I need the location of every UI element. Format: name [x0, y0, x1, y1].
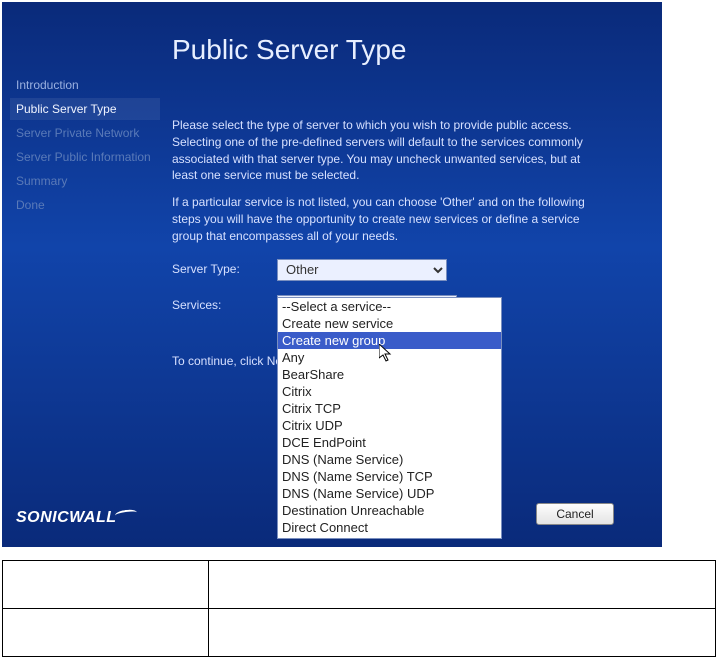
- cancel-button[interactable]: Cancel: [536, 503, 614, 525]
- dropdown-option[interactable]: DNS (Name Service) UDP: [278, 485, 501, 502]
- dropdown-option[interactable]: DCE EndPoint: [278, 434, 501, 451]
- dropdown-option[interactable]: DNS (Name Service): [278, 451, 501, 468]
- sidebar-item-label: Server Private Network: [16, 126, 139, 140]
- dropdown-option[interactable]: Citrix TCP: [278, 400, 501, 417]
- table-row: [3, 561, 716, 609]
- table-cell: [209, 609, 716, 657]
- wizard-sidebar: Introduction Public Server Type Server P…: [10, 74, 160, 218]
- dropdown-option-highlighted[interactable]: Create new group: [278, 332, 501, 349]
- server-type-label: Server Type:: [172, 261, 277, 278]
- dropdown-option[interactable]: DNS (Name Service) TCP: [278, 468, 501, 485]
- logo-text: SONICWALL: [16, 509, 117, 526]
- instruction-para-2: If a particular service is not listed, y…: [172, 194, 602, 244]
- dropdown-option[interactable]: Any: [278, 349, 501, 366]
- sidebar-item-public-server-type[interactable]: Public Server Type: [10, 98, 160, 120]
- sidebar-item-done[interactable]: Done: [10, 194, 160, 216]
- dropdown-option[interactable]: BearShare: [278, 366, 501, 383]
- page-title: Public Server Type: [172, 34, 407, 66]
- sidebar-item-summary[interactable]: Summary: [10, 170, 160, 192]
- sidebar-item-label: Summary: [16, 174, 67, 188]
- sidebar-item-label: Public Server Type: [16, 102, 117, 116]
- wizard-window: Public Server Type Introduction Public S…: [2, 2, 662, 547]
- sidebar-item-label: Introduction: [16, 78, 79, 92]
- services-dropdown-list[interactable]: --Select a service-- Create new service …: [278, 298, 501, 538]
- sidebar-item-label: Done: [16, 198, 45, 212]
- dropdown-option[interactable]: --Select a service--: [278, 298, 501, 315]
- sidebar-item-label: Server Public Information: [16, 150, 151, 164]
- sidebar-item-introduction[interactable]: Introduction: [10, 74, 160, 96]
- sidebar-item-server-public-information[interactable]: Server Public Information: [10, 146, 160, 168]
- services-dropdown[interactable]: --Select a service-- Create new service …: [277, 297, 502, 539]
- services-label: Services:: [172, 297, 277, 314]
- logo-swoosh-icon: [114, 509, 137, 520]
- dropdown-option[interactable]: Citrix: [278, 383, 501, 400]
- table-cell: [3, 561, 209, 609]
- server-type-select[interactable]: Other: [277, 259, 447, 281]
- table-cell: [3, 609, 209, 657]
- dropdown-option[interactable]: Direct Connect: [278, 519, 501, 536]
- table-cell: [209, 561, 716, 609]
- dropdown-option[interactable]: Destination Unreachable: [278, 502, 501, 519]
- instruction-para-1: Please select the type of server to whic…: [172, 117, 602, 184]
- sidebar-item-server-private-network[interactable]: Server Private Network: [10, 122, 160, 144]
- bottom-table: [2, 560, 716, 657]
- dropdown-option[interactable]: Citrix UDP: [278, 417, 501, 434]
- table-row: [3, 609, 716, 657]
- sonicwall-logo: SONICWALL: [16, 509, 137, 527]
- server-type-row: Server Type: Other: [172, 259, 602, 281]
- dropdown-option[interactable]: ESP (IPSec): [278, 536, 501, 538]
- dropdown-option[interactable]: Create new service: [278, 315, 501, 332]
